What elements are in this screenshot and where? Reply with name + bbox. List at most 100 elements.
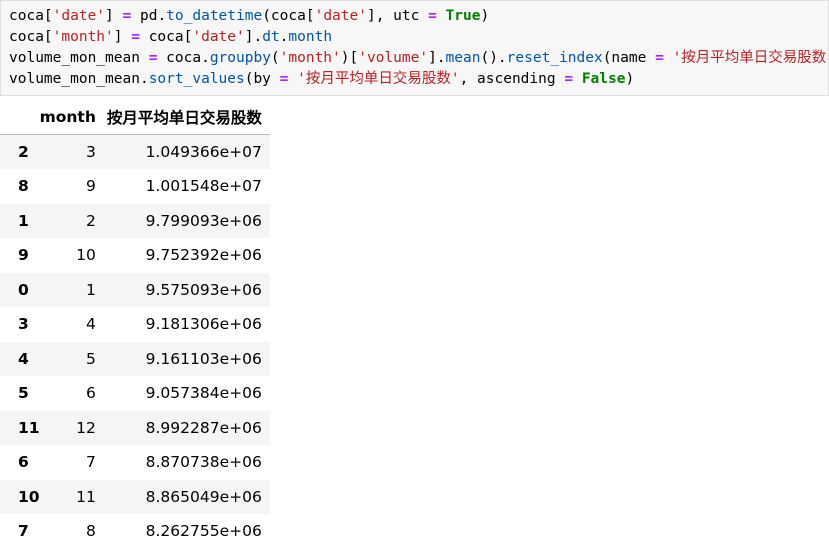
volume-mean-cell: 1.001548e+07 (145, 177, 262, 196)
volume-mean-cell: 9.575093e+06 (145, 280, 262, 299)
volume-mean-cell: 8.262755e+06 (145, 522, 262, 541)
code-token: False (581, 71, 626, 87)
code-token: True (445, 8, 481, 24)
code-token: '按月平均单日交易股数' (297, 71, 460, 87)
code-token: sort_values (148, 71, 245, 87)
row-index-cell: 4 (18, 349, 29, 368)
volume-mean-cell: 1.049366e+07 (145, 143, 262, 161)
table-row: 4 5 9.161103e+06 (0, 341, 270, 376)
code-token: = (564, 71, 574, 87)
code-token: = (428, 8, 437, 24)
dataframe-table: month 按月平均单日交易股数 2 3 1.049366e+07 8 9 1.00154… (0, 100, 270, 549)
code-token: groupby (209, 50, 271, 66)
code-token: 'date' (314, 8, 367, 24)
row-index-cell: 7 (18, 522, 29, 541)
table-row: 7 8 8.262755e+06 (0, 514, 270, 549)
code-token: volume_mon_mean. (9, 71, 149, 87)
month-cell: 9 (85, 177, 96, 196)
month-cell: 5 (85, 349, 96, 368)
code-line: volume_mon_mean.sort_values(by = '按月平均单日… (9, 69, 828, 90)
output-area: month 按月平均单日交易股数 2 3 1.049366e+07 8 9 1.00154… (0, 100, 300, 549)
volume-mean-cell: 8.865049e+06 (145, 487, 262, 506)
table-row: 3 4 9.181306e+06 (0, 307, 270, 342)
row-index-cell: 6 (18, 453, 29, 472)
row-index-cell: 1 (18, 211, 29, 230)
table-row: 6 7 8.870738e+06 (0, 445, 270, 480)
month-cell: 7 (85, 453, 96, 472)
row-index-cell: 2 (18, 143, 29, 161)
row-index-cell: 9 (18, 246, 29, 265)
index-header (0, 100, 40, 135)
table-row: 9 10 9.752392e+06 (0, 238, 270, 273)
month-cell: 2 (85, 211, 96, 230)
month-cell: 3 (85, 143, 96, 161)
table-row: 5 6 9.057384e+06 (0, 376, 270, 411)
table-row: 10 11 8.865049e+06 (0, 479, 270, 514)
volume-column-header: 按月平均单日交易股数 (101, 100, 270, 135)
code-token: month (288, 29, 333, 45)
volume-mean-cell: 8.870738e+06 (145, 453, 262, 472)
code-token: coca. (157, 50, 210, 66)
code-token: = (122, 8, 132, 24)
code-token: reset_index (506, 50, 603, 66)
volume-mean-cell: 9.057384e+06 (145, 384, 262, 403)
code-token: pd. (131, 8, 167, 24)
code-token: ) (480, 8, 490, 24)
code-token: , ascending (459, 71, 565, 87)
table-row: 0 1 9.575093e+06 (0, 272, 270, 307)
code-token: 'month' (279, 50, 341, 66)
code-token: )[ (340, 50, 359, 66)
code-token: ) (625, 71, 635, 87)
code-token: = (131, 29, 140, 45)
code-token: ] (113, 29, 132, 45)
code-token: (name (602, 50, 656, 66)
row-index-cell: 5 (18, 384, 29, 403)
volume-mean-cell: 9.799093e+06 (145, 211, 262, 230)
code-token: mean (445, 50, 481, 66)
code-token: coca[ (9, 8, 53, 24)
row-index-cell: 8 (18, 177, 29, 196)
code-token: volume_mon_mean (9, 50, 149, 66)
code-line: coca['date'] = pd.to_datetime(coca['date… (9, 6, 828, 27)
row-index-cell: 10 (18, 487, 40, 506)
code-token: ], utc (366, 8, 429, 24)
code-token: to_datetime (166, 8, 263, 24)
month-cell: 6 (85, 384, 96, 403)
code-token: = (655, 50, 664, 66)
code-token: (by (244, 71, 280, 87)
month-cell: 8 (85, 522, 96, 541)
table-row: 1 2 9.799093e+06 (0, 203, 270, 238)
row-index-cell: 11 (18, 418, 40, 437)
month-cell: 1 (85, 280, 96, 299)
volume-mean-cell: 9.161103e+06 (145, 349, 262, 368)
code-token: coca[ (139, 29, 193, 45)
month-column-header: month (39, 100, 102, 135)
code-token: ( (270, 50, 280, 66)
code-token: 'volume' (358, 50, 429, 66)
table-row: 2 3 1.049366e+07 (0, 134, 270, 169)
month-cell: 10 (76, 246, 96, 265)
month-cell: 12 (76, 418, 96, 437)
code-token: ]. (428, 50, 446, 66)
code-token: ] (105, 8, 123, 24)
table-row: 8 9 1.001548e+07 (0, 169, 270, 204)
code-token: (coca[ (262, 8, 315, 24)
month-cell: 11 (76, 487, 96, 506)
volume-mean-cell: 9.752392e+06 (145, 246, 262, 265)
month-cell: 4 (85, 315, 96, 334)
code-line: volume_mon_mean = coca.groupby('month')[… (9, 48, 828, 69)
code-line: coca['month'] = coca['date'].dt.month (9, 27, 828, 48)
volume-mean-cell: 8.992287e+06 (145, 418, 262, 437)
code-cell-input[interactable]: coca['date'] = pd.to_datetime(coca['date… (0, 0, 829, 96)
row-index-cell: 0 (18, 280, 29, 299)
row-index-cell: 3 (18, 315, 29, 334)
code-token: 'date' (52, 8, 106, 24)
code-token: dt (262, 29, 280, 45)
code-token: 'month' (52, 29, 114, 45)
table-header-row: month 按月平均单日交易股数 (0, 100, 270, 135)
code-token: ]. (244, 29, 263, 45)
